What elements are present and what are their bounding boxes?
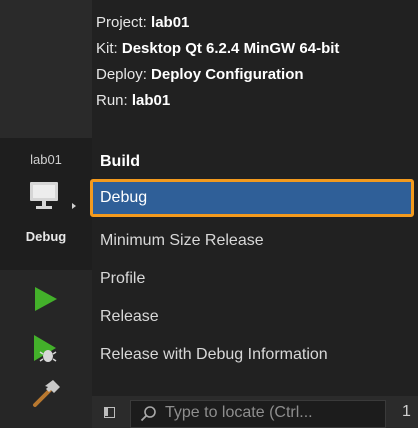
sidebar-mode-area <box>0 0 92 138</box>
locator-trailing-text: 1 <box>402 403 411 420</box>
project-value: lab01 <box>151 14 190 31</box>
build-list-header: Build <box>100 153 140 170</box>
build-item-release[interactable]: Release <box>90 298 414 336</box>
deploy-value: Deploy Configuration <box>151 66 304 83</box>
selector-project-name: lab01 <box>30 152 62 167</box>
run-icon[interactable] <box>33 286 59 312</box>
run-value: lab01 <box>131 92 171 109</box>
debug-run-icon[interactable] <box>30 334 60 364</box>
kit-label: Kit: <box>96 40 118 57</box>
build-item-release-with-debug-info[interactable]: Release with Debug Information <box>90 336 414 374</box>
monitor-icon <box>30 182 58 209</box>
run-info: Run: lab01 <box>96 92 170 109</box>
build-hammer-icon[interactable] <box>30 378 62 410</box>
build-item-minimum-size-release[interactable]: Minimum Size Release <box>90 222 414 260</box>
project-info: Project: lab01 <box>96 14 189 31</box>
search-icon <box>140 406 156 422</box>
project-label: Project: <box>96 14 147 31</box>
run-label: Run: <box>96 92 128 109</box>
kit-info: Kit: Desktop Qt 6.2.4 MinGW 64-bit <box>96 40 339 57</box>
build-item-debug[interactable]: Debug <box>90 179 414 217</box>
locator-input[interactable] <box>165 400 380 426</box>
deploy-info: Deploy: Deploy Configuration <box>96 66 304 83</box>
build-item-profile[interactable]: Profile <box>90 260 414 298</box>
expand-arrow-icon <box>72 203 76 209</box>
selector-config-name: Debug <box>25 229 67 244</box>
kit-value: Desktop Qt 6.2.4 MinGW 64-bit <box>121 40 340 57</box>
deploy-label: Deploy: <box>96 66 147 83</box>
toggle-sidebar-icon[interactable] <box>104 407 115 418</box>
